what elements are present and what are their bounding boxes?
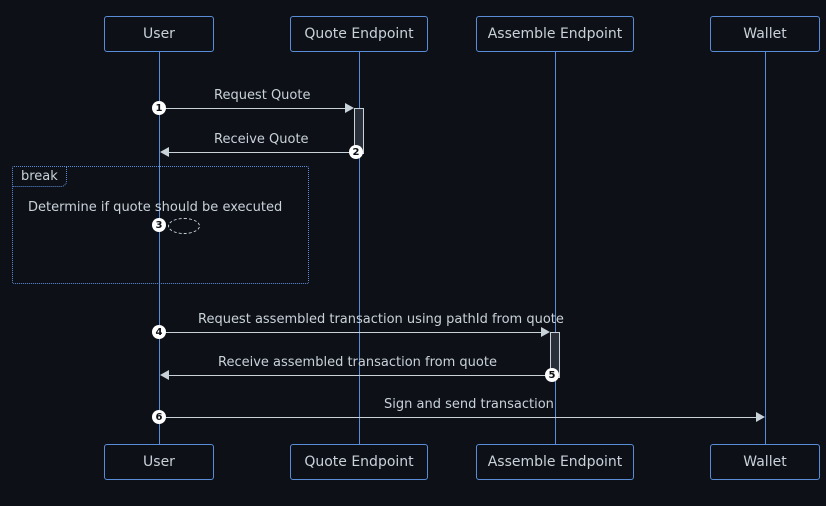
actor-label: Wallet <box>743 454 786 470</box>
arrow-head-icon <box>756 412 765 422</box>
arrow-head-icon <box>160 147 169 157</box>
actor-label: Assemble Endpoint <box>488 26 623 42</box>
actor-wallet-top: Wallet <box>710 16 820 52</box>
message-label: Request Quote <box>214 88 310 103</box>
arrow-line <box>160 417 757 418</box>
message-label: Sign and send transaction <box>384 397 554 412</box>
actor-quote-bottom: Quote Endpoint <box>290 444 428 480</box>
sequence-number: 4 <box>152 325 166 339</box>
message-label: Receive assembled transaction from quote <box>218 355 497 370</box>
actor-label: Assemble Endpoint <box>488 454 623 470</box>
sequence-number: 6 <box>152 410 166 424</box>
actor-label: User <box>143 26 175 42</box>
actor-user-bottom: User <box>104 444 214 480</box>
actor-assemble-bottom: Assemble Endpoint <box>476 444 634 480</box>
arrow-line <box>168 152 354 153</box>
arrow-head-icon <box>160 370 169 380</box>
actor-wallet-bottom: Wallet <box>710 444 820 480</box>
actor-label: Quote Endpoint <box>304 26 413 42</box>
lifeline-wallet <box>765 52 766 444</box>
arrow-line <box>160 332 542 333</box>
break-text: Determine if quote should be executed <box>28 200 282 215</box>
self-message-loop <box>168 218 200 234</box>
sequence-number: 2 <box>349 145 363 159</box>
actor-quote-top: Quote Endpoint <box>290 16 428 52</box>
arrow-head-icon <box>541 327 550 337</box>
break-label: break <box>13 167 67 187</box>
arrow-head-icon <box>345 103 354 113</box>
actor-assemble-top: Assemble Endpoint <box>476 16 634 52</box>
lifeline-assemble <box>555 52 556 444</box>
sequence-number: 3 <box>152 218 166 232</box>
actor-user-top: User <box>104 16 214 52</box>
sequence-number: 5 <box>545 368 559 382</box>
arrow-line <box>168 375 550 376</box>
arrow-line <box>160 108 346 109</box>
sequence-number: 1 <box>152 101 166 115</box>
actor-label: Quote Endpoint <box>304 454 413 470</box>
actor-label: Wallet <box>743 26 786 42</box>
actor-label: User <box>143 454 175 470</box>
message-label: Request assembled transaction using path… <box>198 312 564 327</box>
message-label: Receive Quote <box>214 132 309 147</box>
sequence-diagram: User Quote Endpoint Assemble Endpoint Wa… <box>0 0 826 506</box>
